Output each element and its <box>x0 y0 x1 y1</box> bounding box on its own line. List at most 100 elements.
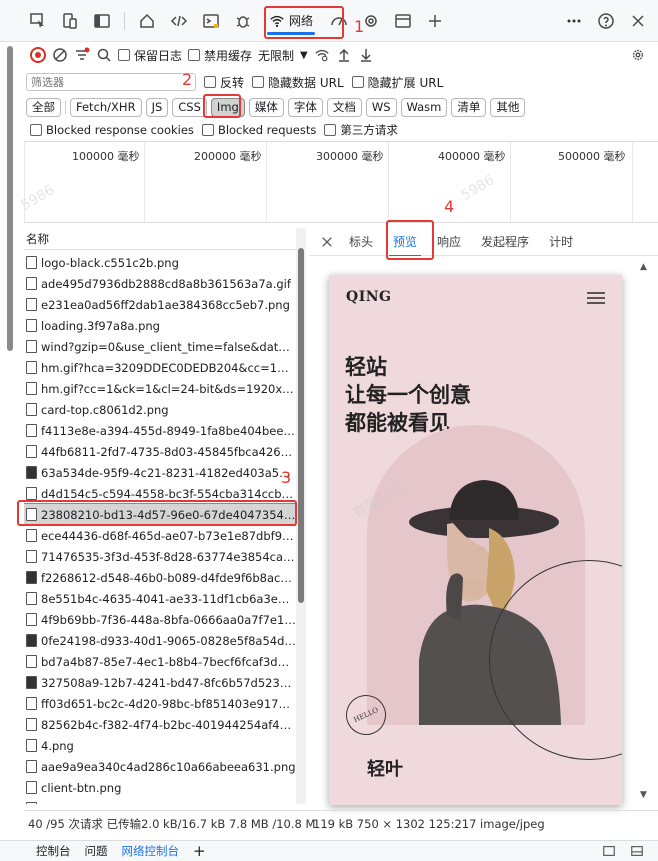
request-row[interactable]: card-top.c8061d2.png <box>24 399 296 420</box>
request-row[interactable]: 4.png <box>24 735 296 756</box>
scroll-up-arrow-icon[interactable]: ▲ <box>640 262 652 272</box>
drawer-tab-console[interactable]: 控制台 <box>36 843 71 859</box>
blocked-requests-checkbox[interactable]: Blocked requests <box>201 123 316 137</box>
drawer-close-icon[interactable] <box>630 844 644 858</box>
request-row[interactable]: 4f9b69bb-7f36-448a-8bfa-0666aa0a7f7e130.… <box>24 609 296 630</box>
chip-wasm[interactable]: Wasm <box>400 97 448 117</box>
checkbox-box[interactable] <box>204 76 216 88</box>
request-row[interactable]: 44fb6811-2fd7-4735-8d03-45845fbca426129.… <box>24 441 296 462</box>
third-party-checkbox[interactable]: 第三方请求 <box>324 122 398 138</box>
annotation-box-2 <box>203 94 241 118</box>
checkbox-box[interactable] <box>118 49 130 61</box>
request-row[interactable]: wind?gzip=0&use_client_time=false&data=e… <box>24 798 296 804</box>
chip-doc[interactable]: 文档 <box>326 97 362 117</box>
chip-fetch-xhr[interactable]: Fetch/XHR <box>70 97 142 117</box>
request-row[interactable]: hm.gif?hca=3209DDEC0DEDB204&cc=1&ck... <box>24 357 296 378</box>
request-row[interactable]: ade495d7936db2888cd8a8b361563a7a.gif <box>24 273 296 294</box>
hide-ext-url-checkbox[interactable]: 隐藏扩展 URL <box>351 74 443 91</box>
tab-initiator[interactable]: 发起程序 <box>477 233 533 250</box>
settings-gear-icon[interactable] <box>630 47 646 63</box>
clear-icon[interactable] <box>52 47 68 63</box>
file-icon <box>26 361 37 374</box>
device-toolbar-icon[interactable] <box>54 5 86 37</box>
checkbox-box[interactable] <box>351 76 364 88</box>
chip-other[interactable]: 其他 <box>490 97 526 117</box>
request-row[interactable]: 327508a9-12b7-4241-bd47-8fc6b57d523916..… <box>24 672 296 693</box>
tab-headers[interactable]: 标头 <box>345 233 377 250</box>
add-panel-plus-icon[interactable] <box>419 5 451 37</box>
throttling-select[interactable]: 无限制 <box>258 47 294 64</box>
filter-input[interactable] <box>26 73 196 91</box>
checkbox-box[interactable] <box>188 49 201 61</box>
request-row[interactable]: ece44436-d68f-465d-ae07-b73e1e87dbf913..… <box>24 525 296 546</box>
network-conditions-icon[interactable] <box>314 47 330 63</box>
checkbox-box[interactable] <box>201 124 214 136</box>
invert-checkbox[interactable]: 反转 <box>204 74 244 91</box>
elements-icon[interactable] <box>163 5 195 37</box>
chip-media[interactable]: 媒体 <box>248 97 284 117</box>
request-row[interactable]: 82562b4c-f382-4f74-b2bc-401944254af4175.… <box>24 714 296 735</box>
filter-icon[interactable] <box>74 47 90 63</box>
request-row[interactable]: logo-black.c551c2b.png <box>24 252 296 273</box>
upload-icon[interactable] <box>336 47 352 63</box>
chip-ws[interactable]: WS <box>365 97 397 117</box>
request-row[interactable]: 0fe24198-d933-40d1-9065-0828e5f8a54d73..… <box>24 630 296 651</box>
timeline-gridline <box>632 142 633 222</box>
request-list-scrollbar[interactable] <box>296 228 306 804</box>
request-row[interactable]: 8e551b4c-4635-4041-ae33-11df1cb6a3e014..… <box>24 588 296 609</box>
request-row[interactable]: ff03d651-bc2c-4d20-98bc-bf851403e917488.… <box>24 693 296 714</box>
chip-font[interactable]: 字体 <box>287 97 323 117</box>
left-scrollbar[interactable] <box>6 38 14 358</box>
file-icon <box>26 487 37 500</box>
console-icon[interactable] <box>195 5 227 37</box>
request-row[interactable]: aae9a9ea340c4ad286c10a66abeea631.png <box>24 756 296 777</box>
request-row[interactable]: f2268612-d548-46b0-b089-d4fde9f6b8ac17..… <box>24 567 296 588</box>
request-row[interactable]: bd7a4b87-85e7-4ec1-b8b4-7becf6fcaf3d122.… <box>24 651 296 672</box>
chip-all[interactable]: 全部 <box>26 97 61 117</box>
record-icon[interactable] <box>30 47 46 63</box>
add-drawer-tab-plus-icon[interactable]: + <box>193 842 206 860</box>
file-icon <box>26 760 37 773</box>
request-row[interactable]: wind?gzip=0&use_client_time=false&data=e… <box>24 336 296 357</box>
tab-timing[interactable]: 计时 <box>545 233 577 250</box>
chevron-down-icon[interactable]: ▼ <box>300 50 308 61</box>
download-icon[interactable] <box>358 47 374 63</box>
preserve-log-checkbox[interactable]: 保留日志 <box>118 47 182 64</box>
help-icon[interactable] <box>590 5 622 37</box>
request-row[interactable]: client-btn.png <box>24 777 296 798</box>
hide-data-url-checkbox[interactable]: 隐藏数据 URL <box>252 74 344 91</box>
dock-icon[interactable] <box>602 844 616 858</box>
network-timeline[interactable]: 100000 毫秒 200000 毫秒 300000 毫秒 400000 毫秒 … <box>24 141 658 223</box>
left-scrollbar-thumb[interactable] <box>7 46 13 351</box>
tab-response[interactable]: 响应 <box>433 233 465 250</box>
chip-js[interactable]: JS <box>145 97 169 117</box>
request-row[interactable]: 71476535-3f3d-453f-8d28-63774e3854ca11..… <box>24 546 296 567</box>
blocked-cookies-checkbox[interactable]: Blocked response cookies <box>30 123 194 137</box>
drawer-tab-network-console[interactable]: 网络控制台 <box>122 843 180 859</box>
checkbox-box[interactable] <box>252 76 265 88</box>
sources-bug-icon[interactable] <box>227 5 259 37</box>
name-column-header[interactable]: 名称 <box>24 228 296 250</box>
close-details-icon[interactable] <box>321 236 333 248</box>
application-icon[interactable] <box>387 5 419 37</box>
more-options-icon[interactable] <box>558 5 590 37</box>
chip-css[interactable]: CSS <box>172 97 207 117</box>
inspect-element-icon[interactable] <box>22 5 54 37</box>
checkbox-box[interactable] <box>30 124 42 136</box>
checkbox-box[interactable] <box>324 124 337 136</box>
search-icon[interactable] <box>96 47 112 63</box>
request-name: loading.3f97a8a.png <box>41 318 160 333</box>
scroll-down-arrow-icon[interactable]: ▼ <box>640 790 652 800</box>
request-row[interactable]: loading.3f97a8a.png <box>24 315 296 336</box>
request-row[interactable]: hm.gif?cc=1&ck=1&cl=24-bit&ds=1920x108..… <box>24 378 296 399</box>
disable-cache-checkbox[interactable]: 禁用缓存 <box>188 47 252 64</box>
chip-manifest[interactable]: 清单 <box>451 97 487 117</box>
request-row[interactable]: e231ea0ad56ff2dab1ae384368cc5eb7.png <box>24 294 296 315</box>
toggle-sidebar-icon[interactable] <box>86 5 118 37</box>
drawer-tab-issues[interactable]: 问题 <box>85 843 108 859</box>
request-row[interactable]: f4113e8e-a394-455d-8949-1fa8be404bee39..… <box>24 420 296 441</box>
request-row[interactable]: 63a534de-95f9-4c21-8231-4182ed403a5d84..… <box>24 462 296 483</box>
request-list-scrollbar-thumb[interactable] <box>298 248 304 603</box>
close-icon[interactable] <box>622 5 654 37</box>
home-icon[interactable] <box>131 5 163 37</box>
